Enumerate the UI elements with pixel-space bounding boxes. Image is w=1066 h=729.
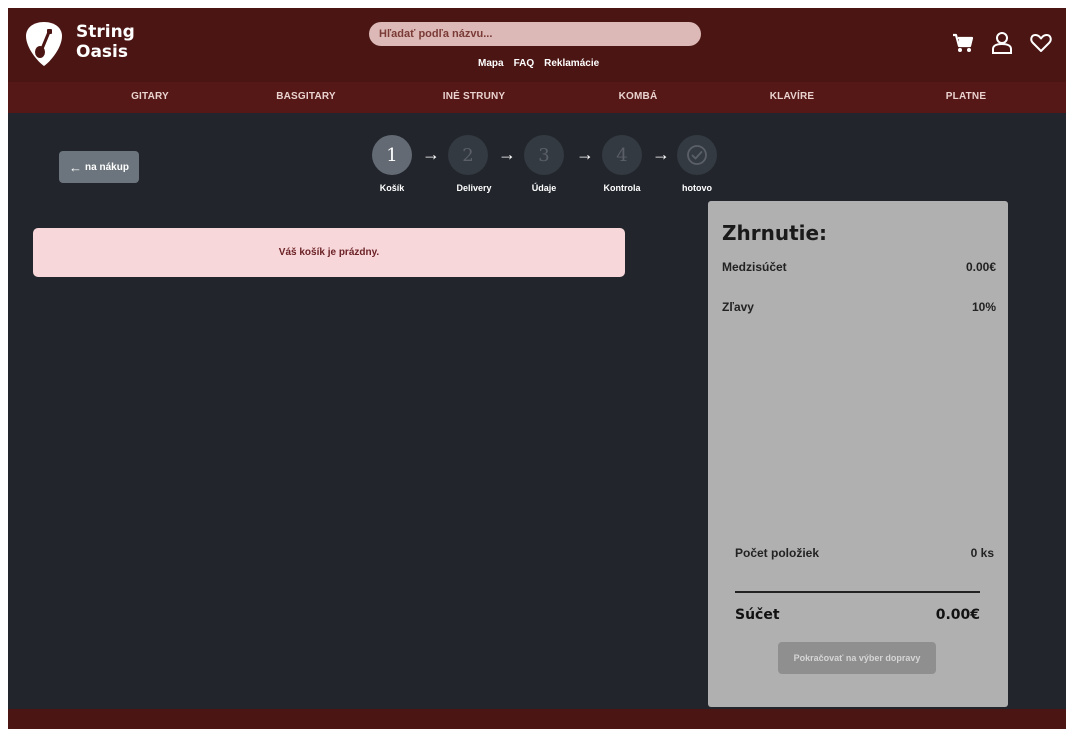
arrow-right-icon: → (576, 144, 594, 164)
step-label-1: Košík (379, 183, 405, 193)
nav-item-ine-struny[interactable]: INÉ STRUNY (443, 91, 506, 102)
nav-item-komba[interactable]: KOMBÁ (619, 91, 658, 102)
check-circle-icon (687, 145, 707, 165)
step-label-2: Delivery (456, 183, 492, 193)
nav-item-platne[interactable]: PLATNE (946, 91, 986, 102)
subtotal-label: Medzisúčet (722, 260, 787, 274)
brand-line-2: Oasis (76, 42, 128, 62)
discount-label: Zľavy (722, 300, 754, 314)
brand-name[interactable]: String Oasis (76, 22, 135, 62)
user-icon[interactable] (992, 32, 1012, 54)
top-links: Mapa FAQ Reklamácie (478, 58, 599, 69)
back-to-shop-button[interactable]: ← na nákup (59, 151, 139, 183)
step-number: 3 (538, 144, 550, 166)
order-summary-panel: Zhrnutie: Medzisúčet 0.00€ Zľavy 10% Poč… (708, 201, 1008, 707)
site-footer (8, 709, 1066, 729)
step-number: 1 (386, 144, 398, 166)
nav-item-basgitary[interactable]: BASGITARY (276, 91, 336, 102)
summary-divider (735, 591, 980, 593)
nav-item-klavire[interactable]: KLAVÍRE (770, 91, 815, 102)
step-1-cart[interactable]: 1 (372, 135, 412, 175)
items-count-value: 0 ks (970, 546, 994, 560)
step-2-delivery[interactable]: 2 (448, 135, 488, 175)
arrow-right-icon: → (422, 144, 440, 164)
site-header: String Oasis Mapa FAQ Reklamácie (8, 8, 1066, 82)
items-count-label: Počet položiek (735, 546, 820, 560)
heart-icon[interactable] (1030, 33, 1052, 53)
summary-title: Zhrnutie: (722, 221, 828, 245)
step-number: 2 (462, 144, 474, 166)
continue-to-shipping-button[interactable]: Pokračovať na výber dopravy (778, 642, 936, 674)
step-label-4: Kontrola (603, 183, 641, 193)
nav-item-gitary[interactable]: GITARY (131, 91, 169, 102)
step-5-done[interactable] (677, 135, 717, 175)
arrow-right-icon: → (652, 144, 670, 164)
category-nav: GITARY BASGITARY INÉ STRUNY KOMBÁ KLAVÍR… (8, 82, 1066, 113)
step-number: 4 (616, 144, 628, 166)
empty-cart-alert: Váš košík je prázdny. (33, 228, 625, 277)
step-label-3: Údaje (531, 183, 557, 193)
header-actions (952, 32, 1052, 54)
total-label: Súčet (735, 607, 780, 623)
cart-icon[interactable] (952, 33, 974, 53)
link-reklamacie[interactable]: Reklamácie (544, 58, 599, 69)
alert-message: Váš košík je prázdny. (278, 247, 380, 258)
page: String Oasis Mapa FAQ Reklamácie (8, 8, 1066, 729)
brand-line-1: String (76, 22, 135, 42)
step-3-details[interactable]: 3 (524, 135, 564, 175)
total-value: 0.00€ (935, 607, 980, 623)
guitar-pick-logo-icon[interactable] (24, 20, 64, 68)
search-input[interactable] (369, 22, 701, 46)
subtotal-value: 0.00€ (965, 260, 996, 274)
back-button-label: na nákup (85, 161, 129, 173)
arrow-right-icon: → (498, 144, 516, 164)
link-mapa[interactable]: Mapa (478, 58, 504, 69)
arrow-left-icon: ← (69, 159, 83, 175)
step-4-review[interactable]: 4 (602, 135, 642, 175)
step-label-5: hotovo (682, 183, 712, 193)
link-faq[interactable]: FAQ (514, 58, 535, 69)
discount-value: 10% (971, 300, 996, 314)
